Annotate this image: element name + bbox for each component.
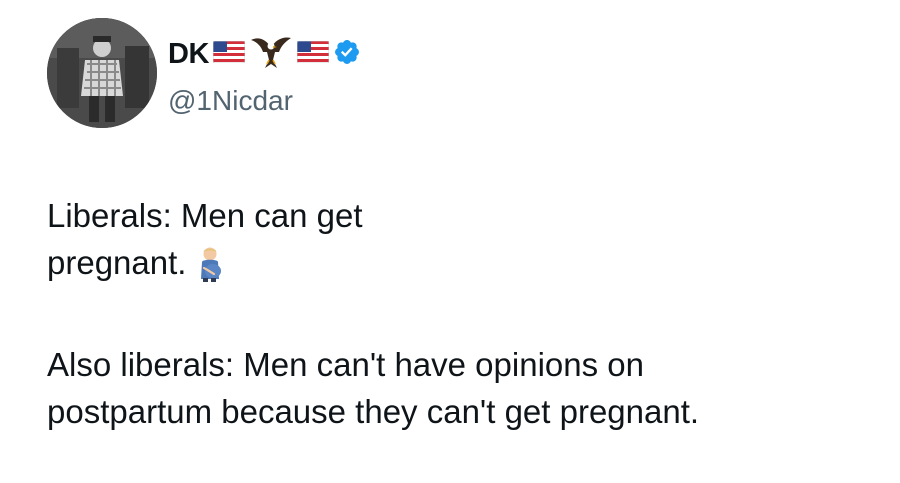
tweet-line: postpartum because they can't get pregna… (47, 393, 700, 430)
user-handle[interactable]: @1Nicdar (168, 84, 293, 118)
tweet-text: Liberals: Men can get pregnant. Also lib… (47, 192, 867, 435)
tweet-line-with-emoji: pregnant. (47, 239, 867, 294)
tweet-line: Also liberals: Men can't have opinions o… (47, 346, 644, 383)
tweet-card: DK @1Nicdar Liberals: Men can get pregna… (0, 0, 900, 483)
tweet-line: pregnant. (47, 244, 187, 281)
eagle-icon (249, 34, 293, 75)
author-name-row[interactable]: DK (168, 36, 361, 72)
display-name[interactable]: DK (168, 36, 209, 72)
pregnant-man-emoji-icon (196, 246, 224, 294)
tweet-paragraph: Liberals: Men can get pregnant. (47, 192, 867, 294)
verified-badge-icon[interactable] (333, 38, 361, 71)
tweet-paragraph: Also liberals: Men can't have opinions o… (47, 341, 867, 435)
avatar-photo-icon (47, 18, 157, 128)
us-flag-icon (212, 40, 246, 68)
us-flag-icon (296, 40, 330, 68)
avatar[interactable] (47, 18, 157, 128)
tweet-line: Liberals: Men can get (47, 197, 363, 234)
